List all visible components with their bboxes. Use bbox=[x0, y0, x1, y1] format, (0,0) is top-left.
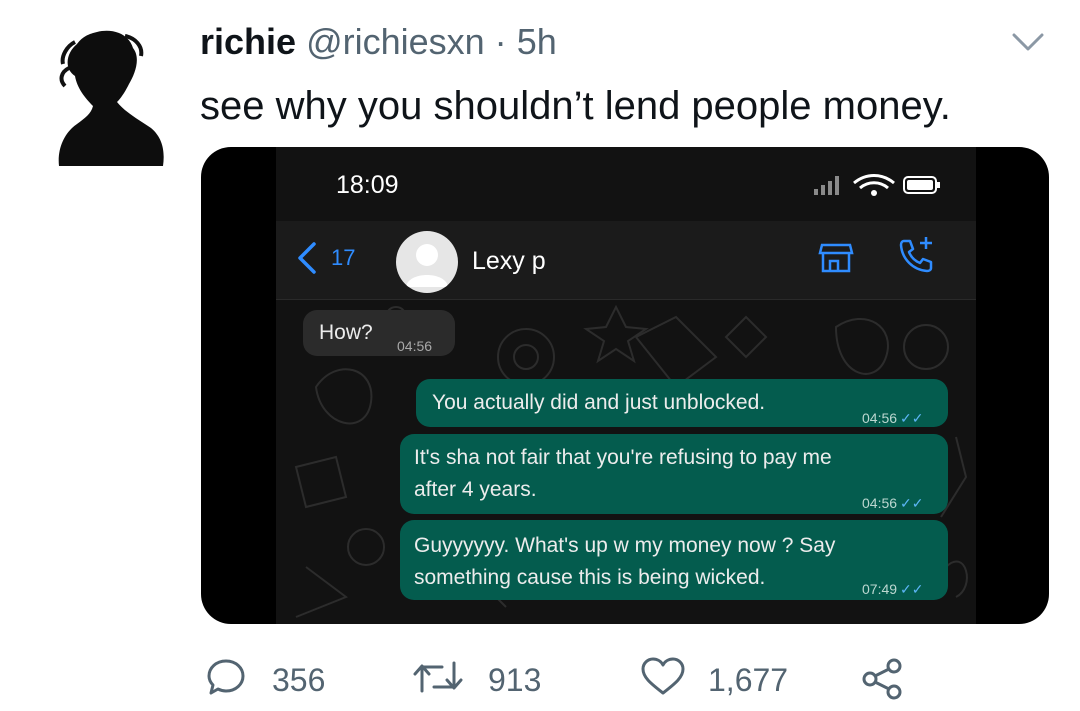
separator-dot: · bbox=[494, 21, 507, 62]
status-time: 18:09 bbox=[336, 171, 399, 199]
message-outgoing[interactable]: It's sha not fair that you're refusing t… bbox=[400, 434, 948, 514]
heart-icon[interactable] bbox=[640, 657, 686, 697]
message-text-line: It's sha not fair that you're refusing t… bbox=[414, 446, 832, 469]
message-time: 07:49 ✓✓ bbox=[862, 581, 924, 597]
tweet-actions: 356 913 1,677 bbox=[0, 640, 1080, 710]
message-text-line: Guyyyyyy. What's up w my money now ? Say bbox=[414, 534, 836, 557]
share-icon[interactable] bbox=[860, 657, 904, 701]
chevron-down-icon[interactable] bbox=[1010, 30, 1046, 54]
author-handle[interactable]: @richiesxn bbox=[306, 21, 485, 62]
default-avatar-icon bbox=[406, 244, 448, 287]
message-text-line: after 4 years. bbox=[414, 478, 537, 501]
contact-name[interactable]: Lexy p bbox=[472, 247, 546, 276]
message-time: 04:56 ✓✓ bbox=[862, 410, 924, 426]
chat-header: 17 Lexy p bbox=[276, 221, 976, 300]
back-icon[interactable] bbox=[296, 241, 318, 275]
unread-count[interactable]: 17 bbox=[331, 245, 355, 271]
shop-icon[interactable] bbox=[818, 239, 854, 275]
tweet-text: see why you shouldn’t lend people money. bbox=[200, 84, 951, 128]
tweet-time[interactable]: 5h bbox=[517, 21, 557, 62]
message-text: How? bbox=[319, 321, 373, 344]
retweet-count[interactable]: 913 bbox=[488, 662, 541, 699]
message-incoming[interactable]: How? 04:56 bbox=[303, 310, 455, 356]
status-icons bbox=[814, 174, 940, 196]
message-outgoing[interactable]: You actually did and just unblocked. 04:… bbox=[416, 379, 948, 427]
reply-icon[interactable] bbox=[206, 657, 246, 697]
message-text: You actually did and just unblocked. bbox=[432, 391, 766, 414]
message-time: 04:56 bbox=[397, 338, 433, 354]
read-ticks-icon: ✓✓ bbox=[900, 581, 924, 597]
retweet-icon[interactable] bbox=[410, 657, 466, 697]
add-call-icon[interactable] bbox=[896, 235, 936, 275]
chat-screenshot: 18:09 17 Lexy p How? 04:56 You actually … bbox=[276, 147, 976, 624]
read-ticks-icon: ✓✓ bbox=[900, 410, 924, 426]
message-outgoing[interactable]: Guyyyyyy. What's up w my money now ? Say… bbox=[400, 520, 948, 600]
contact-avatar[interactable] bbox=[396, 231, 458, 293]
author-avatar[interactable] bbox=[55, 28, 167, 168]
tweet-media[interactable]: 18:09 17 Lexy p How? 04:56 You actually … bbox=[201, 147, 1049, 624]
reply-count[interactable]: 356 bbox=[272, 662, 325, 699]
author-name[interactable]: richie bbox=[200, 21, 296, 62]
message-time: 04:56 ✓✓ bbox=[862, 495, 924, 511]
like-count[interactable]: 1,677 bbox=[708, 662, 788, 699]
message-text-line: something cause this is being wicked. bbox=[414, 566, 766, 589]
tweet-header: richie @richiesxn · 5h bbox=[200, 18, 557, 66]
read-ticks-icon: ✓✓ bbox=[900, 495, 924, 511]
